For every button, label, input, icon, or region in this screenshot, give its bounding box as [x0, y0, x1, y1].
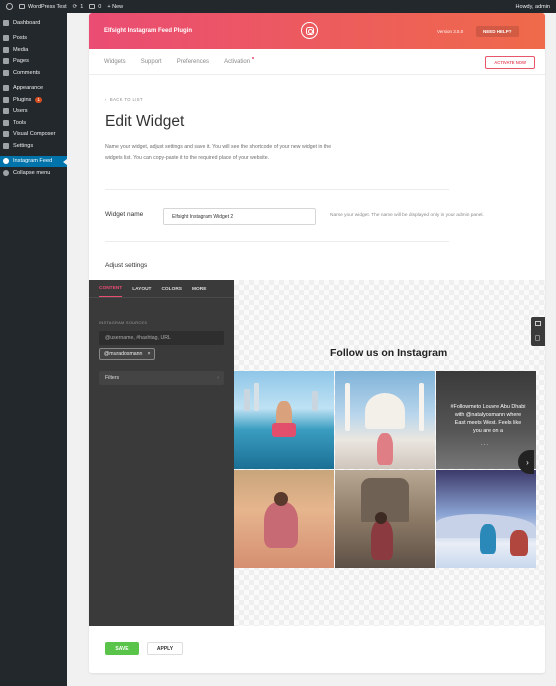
tab-activation[interactable]: Activation: [224, 56, 255, 65]
sidebar-item-instagram-feed[interactable]: Instagram Feed: [0, 155, 67, 167]
page-title: Edit Widget: [105, 113, 185, 130]
plugins-update-badge: 1: [35, 96, 42, 103]
dashboard-icon: [3, 19, 9, 26]
widget-name-hint: Name your widget. The name will be displ…: [330, 213, 484, 218]
save-button[interactable]: SAVE: [105, 642, 139, 655]
updates-link[interactable]: ⟳ 1: [73, 4, 84, 10]
instagram-icon: [3, 158, 9, 165]
instagram-logo-icon: [301, 22, 318, 39]
brush-icon: [3, 85, 9, 92]
plugin-nav: Widgets Support Preferences Activation A…: [89, 49, 545, 75]
tab-preferences[interactable]: Preferences: [177, 59, 209, 65]
home-icon: [19, 4, 25, 9]
sidebar-item-settings[interactable]: Settings: [0, 140, 67, 152]
instagram-sources-label: INSTAGRAM SOURCES: [99, 320, 148, 325]
tab-content[interactable]: CONTENT: [99, 286, 123, 297]
settings-icon: [3, 142, 9, 149]
need-help-button[interactable]: NEED HELP?: [476, 26, 519, 37]
back-to-list-link[interactable]: ‹ BACK TO LIST: [105, 97, 143, 102]
activate-now-button[interactable]: ACTIVATE NOW: [485, 56, 535, 69]
media-icon: [3, 46, 9, 53]
sidebar-item-appearance[interactable]: Appearance: [0, 83, 67, 95]
tab-more[interactable]: MORE: [192, 287, 206, 297]
widget-editor: CONTENT LAYOUT COLORS MORE INSTAGRAM SOU…: [89, 280, 545, 626]
sidebar-item-posts[interactable]: Posts: [0, 33, 67, 45]
comment-icon: [3, 69, 9, 76]
plugin-version: Version 3.5.0: [437, 29, 464, 34]
users-icon: [3, 108, 9, 115]
page-icon: [3, 58, 9, 65]
chevron-right-icon: ›: [217, 375, 219, 381]
tab-colors[interactable]: COLORS: [161, 287, 182, 297]
instagram-grid: #Followmeto Louvre Abu Dhabi with @natal…: [234, 371, 536, 568]
sidebar-item-tools[interactable]: Tools: [0, 117, 67, 129]
comments-link[interactable]: 0: [89, 4, 101, 10]
instagram-post[interactable]: [234, 371, 334, 469]
instagram-post[interactable]: [335, 470, 435, 568]
filters-section[interactable]: Filters ›: [99, 371, 224, 385]
comment-icon: [89, 4, 96, 9]
tab-support[interactable]: Support: [141, 59, 162, 65]
wrench-icon: [3, 119, 9, 126]
plugin-header: Elfsight Instagram Feed Plugin Version 3…: [89, 13, 545, 49]
divider: [105, 241, 449, 242]
sources-input[interactable]: @username, #hashtag, URL: [99, 331, 224, 345]
new-content-link[interactable]: + New: [107, 4, 123, 10]
sidebar-item-visual-composer[interactable]: Visual Composer: [0, 129, 67, 141]
sidebar-collapse-menu[interactable]: Collapse menu: [0, 167, 67, 179]
sidebar-item-dashboard[interactable]: Dashboard: [0, 17, 67, 29]
instagram-post[interactable]: [436, 470, 536, 568]
account-link[interactable]: Howdy, admin: [516, 4, 550, 10]
sidebar-item-plugins[interactable]: Plugins 1: [0, 94, 67, 106]
wp-admin-bar: WordPress Test ⟳ 1 0 + New Howdy, admin: [0, 0, 556, 13]
divider: [105, 189, 449, 190]
settings-tabs: CONTENT LAYOUT COLORS MORE: [89, 280, 234, 298]
plugin-icon: [3, 96, 9, 103]
remove-tag-icon[interactable]: ×: [147, 351, 150, 357]
desktop-icon[interactable]: [535, 321, 541, 326]
wordpress-logo-icon[interactable]: [6, 3, 13, 10]
source-tag[interactable]: @muradosmann ×: [99, 348, 156, 360]
preview-heading: Follow us on Instagram: [330, 347, 448, 359]
settings-panel: CONTENT LAYOUT COLORS MORE INSTAGRAM SOU…: [89, 280, 234, 626]
updates-icon: ⟳: [72, 3, 78, 10]
plugin-title: Elfsight Instagram Feed Plugin: [104, 28, 193, 34]
widget-name-label: Widget name: [105, 211, 144, 218]
widget-preview: Follow us on Instagram #Followmeto Louvr…: [234, 280, 545, 626]
site-name-link[interactable]: WordPress Test: [19, 4, 67, 10]
editor-footer: SAVE APPLY: [89, 626, 545, 673]
sidebar-item-media[interactable]: Media: [0, 44, 67, 56]
plugin-app: Elfsight Instagram Feed Plugin Version 3…: [89, 13, 545, 673]
visual-composer-icon: [3, 131, 9, 138]
instagram-post[interactable]: [335, 371, 435, 469]
tab-layout[interactable]: LAYOUT: [132, 287, 151, 297]
sidebar-item-users[interactable]: Users: [0, 106, 67, 118]
admin-sidebar: Dashboard Posts Media Pages Comments App…: [0, 13, 67, 686]
collapse-icon: [3, 169, 9, 176]
device-switcher: [531, 317, 545, 346]
adjust-settings-heading: Adjust settings: [105, 262, 148, 269]
pin-icon: [3, 35, 9, 42]
tab-widgets[interactable]: Widgets: [104, 59, 126, 65]
widget-name-input[interactable]: Elfsight Instagram Widget 2: [163, 208, 316, 225]
mobile-icon[interactable]: [535, 335, 540, 341]
page-description: Name your widget, adjust settings and sa…: [105, 144, 332, 161]
instagram-post[interactable]: [234, 470, 334, 568]
sidebar-item-pages[interactable]: Pages: [0, 56, 67, 68]
sidebar-item-comments[interactable]: Comments: [0, 67, 67, 79]
apply-button[interactable]: APPLY: [147, 642, 183, 655]
